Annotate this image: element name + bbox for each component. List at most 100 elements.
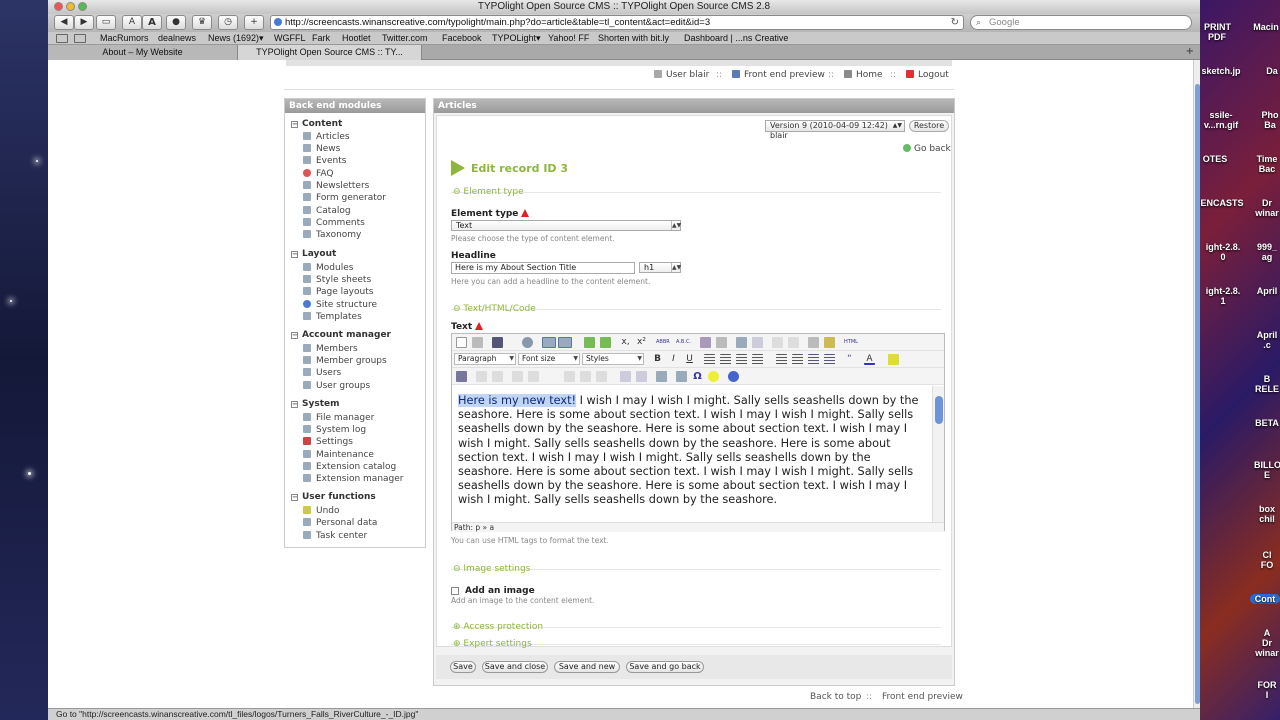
search-input[interactable]: ⌕ Google xyxy=(970,15,1192,30)
zoom-window-icon[interactable] xyxy=(78,2,87,11)
bookmarks-button[interactable]: ▭ xyxy=(96,15,116,30)
add-bookmark-button[interactable]: + xyxy=(244,15,264,30)
sidebar-item-newsletters[interactable]: Newsletters xyxy=(303,181,369,191)
hr-icon[interactable] xyxy=(656,371,667,382)
search-replace-icon[interactable] xyxy=(736,337,747,348)
bookmark-link[interactable]: dealnews xyxy=(158,32,196,44)
back-to-top-link[interactable]: Back to top xyxy=(810,692,861,702)
sidebar-item-comments[interactable]: Comments xyxy=(303,218,365,228)
desktop-icon[interactable]: box chil xyxy=(1254,504,1280,524)
align-left-icon[interactable] xyxy=(704,354,715,365)
desktop-icon[interactable]: BILLO E xyxy=(1254,460,1280,480)
sidebar-item-form-generator[interactable]: Form generator xyxy=(303,193,386,203)
desktop-icon[interactable]: PRINT PDF xyxy=(1204,22,1231,42)
html-source-icon[interactable]: HTML xyxy=(844,337,860,348)
desktop-icon[interactable]: OTES xyxy=(1200,154,1230,164)
sidebar-item-taxonomy[interactable]: Taxonomy xyxy=(303,230,361,240)
desktop-icon[interactable]: A Dr winar xyxy=(1254,628,1280,658)
bookmark-link[interactable]: Dashboard | ...ns Creative xyxy=(684,32,788,44)
back-button[interactable]: ◀ xyxy=(54,15,74,30)
acronym-icon[interactable]: A.B.C. xyxy=(676,337,694,348)
page-scrollbar[interactable] xyxy=(1193,60,1200,708)
find-icon[interactable] xyxy=(700,337,711,348)
save-and-go-back-button[interactable]: Save and go back xyxy=(626,661,704,673)
sidebar-item-catalog[interactable]: Catalog xyxy=(303,206,351,216)
forward-button[interactable]: ▶ xyxy=(74,15,94,30)
sidebar-item-modules[interactable]: Modules xyxy=(303,263,353,273)
sidebar-item-members[interactable]: Members xyxy=(303,344,358,354)
media-icon[interactable] xyxy=(600,337,611,348)
desktop-icon[interactable]: Dr winar xyxy=(1254,198,1280,218)
desktop-icon[interactable]: Macin xyxy=(1252,22,1280,32)
subscript-icon[interactable]: x, xyxy=(620,337,631,348)
merge-cells-icon[interactable] xyxy=(636,371,647,382)
special-char-icon[interactable]: Ω xyxy=(692,371,703,382)
replace-icon[interactable] xyxy=(716,337,727,348)
bookmark-link[interactable]: Hootlet xyxy=(342,32,371,44)
go-back-link[interactable]: Go back xyxy=(903,144,951,154)
bookmark-link[interactable]: News (1692)▾ xyxy=(208,32,264,44)
editor-scrollbar[interactable] xyxy=(932,386,944,522)
sidebar-item-site-structure[interactable]: Site structure xyxy=(303,300,377,310)
cleanup-icon[interactable] xyxy=(824,337,835,348)
bookmark-link[interactable]: MacRumors xyxy=(100,32,149,44)
desktop-icon[interactable]: FOR I xyxy=(1254,680,1280,700)
desktop-icon[interactable]: Cont xyxy=(1250,594,1280,604)
sidebar-item-articles[interactable]: Articles xyxy=(303,132,350,142)
sidebar-item-extension-manager[interactable]: Extension manager xyxy=(303,474,404,484)
undo-icon[interactable] xyxy=(772,337,783,348)
unlink-icon[interactable] xyxy=(558,337,572,348)
restore-button[interactable]: Restore xyxy=(909,120,949,132)
underline-button[interactable]: U xyxy=(684,354,695,365)
text-larger-button[interactable]: A xyxy=(142,15,162,30)
table-icon[interactable] xyxy=(476,371,487,382)
editor-scroll-thumb[interactable] xyxy=(935,396,943,424)
sidebar-item-extension-catalog[interactable]: Extension catalog xyxy=(303,462,396,472)
desktop-icon[interactable]: ENCASTS xyxy=(1200,198,1244,208)
bookmark-link[interactable]: Fark xyxy=(312,32,330,44)
sidebar-item-news[interactable]: News xyxy=(303,144,340,154)
address-bar[interactable]: http://screencasts.winanscreative.com/ty… xyxy=(270,15,964,30)
front-end-preview-link[interactable]: Front end preview xyxy=(732,70,825,80)
row-after-icon[interactable] xyxy=(528,371,539,382)
add-image-label[interactable]: Add an image xyxy=(465,586,535,596)
selected-link-text[interactable]: Here is my new text! xyxy=(458,394,577,407)
desktop-icon[interactable]: April .c xyxy=(1254,330,1280,350)
format-select[interactable]: Paragraph ▼ xyxy=(454,353,516,365)
footer-front-end-preview-link[interactable]: Front end preview xyxy=(882,692,963,702)
col-before-icon[interactable] xyxy=(564,371,575,382)
new-document-icon[interactable] xyxy=(456,337,467,348)
align-justify-icon[interactable] xyxy=(752,354,763,365)
desktop-icon[interactable]: ssile-v...rn.gif xyxy=(1200,110,1242,130)
legend-element-type[interactable]: ⊖ Element type xyxy=(453,187,524,197)
user-link[interactable]: User blair xyxy=(654,70,709,80)
bookmark-link[interactable]: WGFFL xyxy=(274,32,306,44)
stop-button[interactable]: ● xyxy=(166,15,186,30)
desktop-icon[interactable]: sketch.jp xyxy=(1200,66,1242,76)
legend-text-html[interactable]: ⊖ Text/HTML/Code xyxy=(453,304,536,314)
bold-button[interactable]: B xyxy=(652,354,663,365)
legend-expert-settings[interactable]: ⊕ Expert settings xyxy=(453,639,532,649)
italic-button[interactable]: I xyxy=(668,354,679,365)
add-image-checkbox[interactable] xyxy=(451,587,459,595)
desktop-icon[interactable]: Pho Ba xyxy=(1260,110,1280,130)
sidebar-item-personal-data[interactable]: Personal data xyxy=(303,518,377,528)
save-button[interactable]: Save xyxy=(450,661,476,673)
legend-image-settings[interactable]: ⊖ Image settings xyxy=(453,564,530,574)
sidebar-item-style-sheets[interactable]: Style sheets xyxy=(303,275,371,285)
page-scroll-thumb[interactable] xyxy=(1195,84,1200,704)
bullet-list-icon[interactable] xyxy=(776,354,787,365)
redo-icon[interactable] xyxy=(788,337,799,348)
editor-content-area[interactable]: Here is my new text! I wish I may I wish… xyxy=(452,386,944,522)
superscript-icon[interactable]: x² xyxy=(636,337,647,348)
group-system[interactable]: − System xyxy=(291,399,340,409)
font-size-select[interactable]: Font size ▼ xyxy=(518,353,580,365)
bookmarks-grid-icon[interactable] xyxy=(74,34,86,43)
edit-icon[interactable] xyxy=(456,371,467,382)
new-tab-icon[interactable]: + xyxy=(1186,46,1194,57)
sidebar-item-member-groups[interactable]: Member groups xyxy=(303,356,387,366)
headline-level-select[interactable]: h1 ▲▼ xyxy=(639,262,681,273)
tab-typolight[interactable]: TYPOlight Open Source CMS :: TY... xyxy=(238,45,422,60)
tab-about[interactable]: About – My Website xyxy=(48,45,238,60)
desktop-icon[interactable]: B RELE xyxy=(1254,374,1280,394)
